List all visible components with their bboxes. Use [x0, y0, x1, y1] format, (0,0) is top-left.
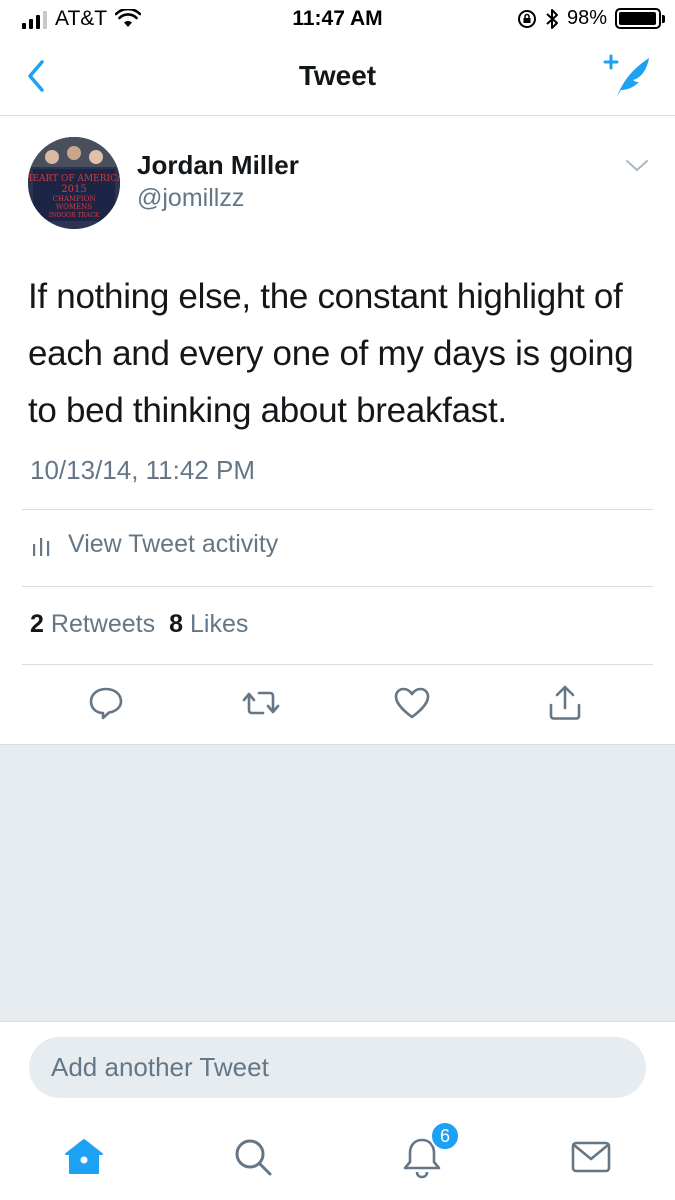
avatar[interactable]: HEART OF AMERICA 2015 CHAMPION WOMENS IN… [28, 137, 120, 229]
likes-count: 8 [169, 610, 184, 638]
retweets-label: Retweets [50, 610, 156, 638]
avatar-banner-line-3: CHAMPION [52, 195, 95, 203]
empty-replies-area [0, 744, 675, 1021]
avatar-banner-line-5: INDOOR TRACK [49, 212, 100, 219]
add-another-tweet-input[interactable] [29, 1037, 646, 1098]
search-icon[interactable] [231, 1135, 275, 1179]
bluetooth-icon [546, 8, 558, 29]
tweet-timestamp: 10/13/14, 11:42 PM [30, 455, 256, 485]
analytics-bars-icon [33, 537, 50, 556]
activity-label: View Tweet activity [68, 530, 279, 558]
status-right: 98% [517, 7, 665, 30]
reply-bar [0, 1021, 675, 1117]
share-icon[interactable] [545, 683, 585, 723]
avatar-banner-line-4: WOMENS [56, 203, 92, 211]
tab-bar [0, 1117, 675, 1200]
chevron-down-icon[interactable] [623, 155, 651, 175]
tweet-stats: 2 Retweets 8 Likes [30, 610, 248, 639]
like-icon[interactable] [392, 683, 432, 723]
avatar-banner-line-1: HEART OF AMERICA [28, 174, 120, 184]
author-handle[interactable]: @jomillzz [137, 184, 244, 213]
status-bar: AT&T 11:47 AM 98% [0, 0, 675, 40]
page-title: Tweet [298, 60, 377, 91]
battery-icon [615, 8, 665, 29]
compose-tweet-icon[interactable] [601, 52, 653, 100]
author-name[interactable]: Jordan Miller [137, 150, 299, 181]
home-icon[interactable] [62, 1135, 106, 1179]
retweet-icon[interactable] [241, 683, 281, 723]
tweet-actions [0, 683, 675, 727]
divider [22, 509, 653, 510]
messages-icon[interactable] [569, 1135, 613, 1179]
retweets-count: 2 [30, 610, 44, 638]
divider [22, 586, 653, 587]
battery-percentage: 98% [566, 7, 607, 29]
likes-label: Likes [190, 610, 249, 638]
navigation-bar: Tweet [0, 40, 675, 116]
rotation-lock-icon [517, 9, 536, 28]
notifications-badge: 6 [430, 1121, 460, 1151]
avatar-banner-line-2: 2015 [61, 184, 86, 195]
reply-icon[interactable] [86, 683, 126, 723]
avatar-photo: HEART OF AMERICA 2015 CHAMPION WOMENS IN… [28, 137, 120, 229]
divider [22, 664, 653, 665]
likes-stat[interactable]: 8 Likes [169, 610, 248, 639]
tweet-text: If nothing else, the constant highlight … [28, 277, 634, 430]
retweets-stat[interactable]: 2 Retweets [30, 610, 155, 639]
view-tweet-activity-button[interactable]: View Tweet activity [30, 530, 278, 559]
